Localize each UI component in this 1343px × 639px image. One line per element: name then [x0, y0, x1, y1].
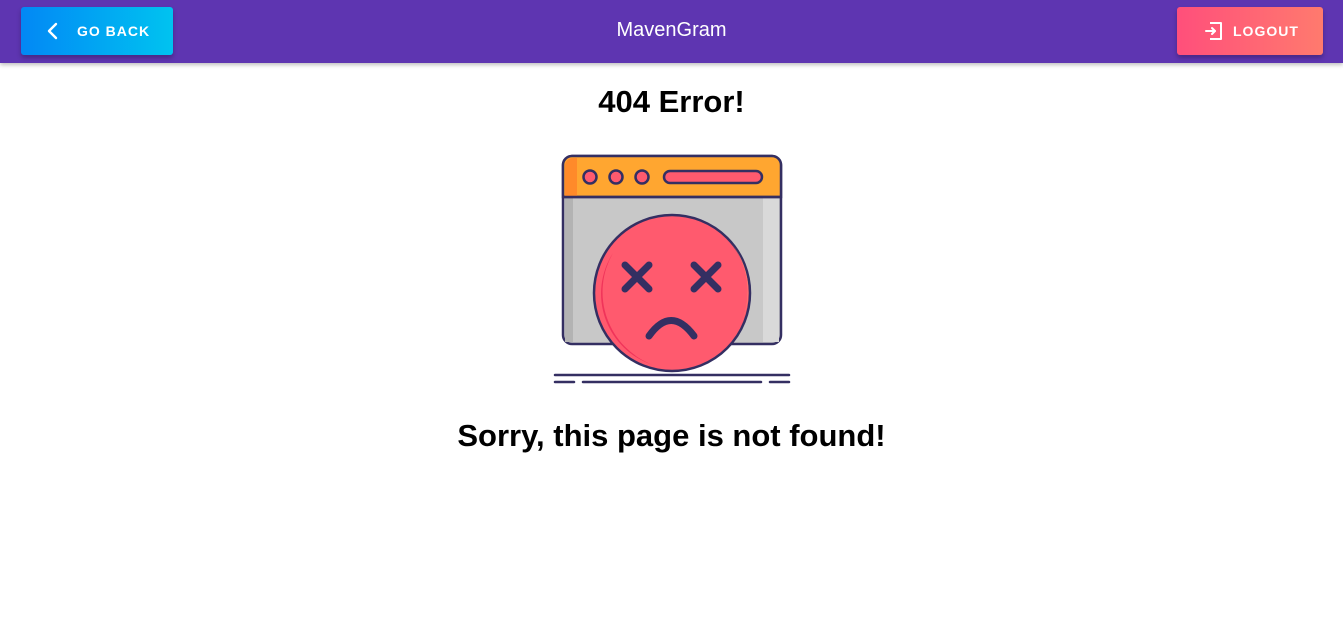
sad-browser-window-icon: [553, 154, 791, 384]
logout-button[interactable]: Logout: [1177, 7, 1323, 55]
logout-icon: [1205, 22, 1222, 40]
logout-label: Logout: [1233, 23, 1299, 39]
not-found-message: Sorry, this page is not found!: [457, 418, 886, 453]
error-title: 404 Error!: [598, 84, 745, 119]
app-bar: Go Back MavenGram Logout: [0, 0, 1343, 63]
app-title: MavenGram: [616, 19, 727, 41]
